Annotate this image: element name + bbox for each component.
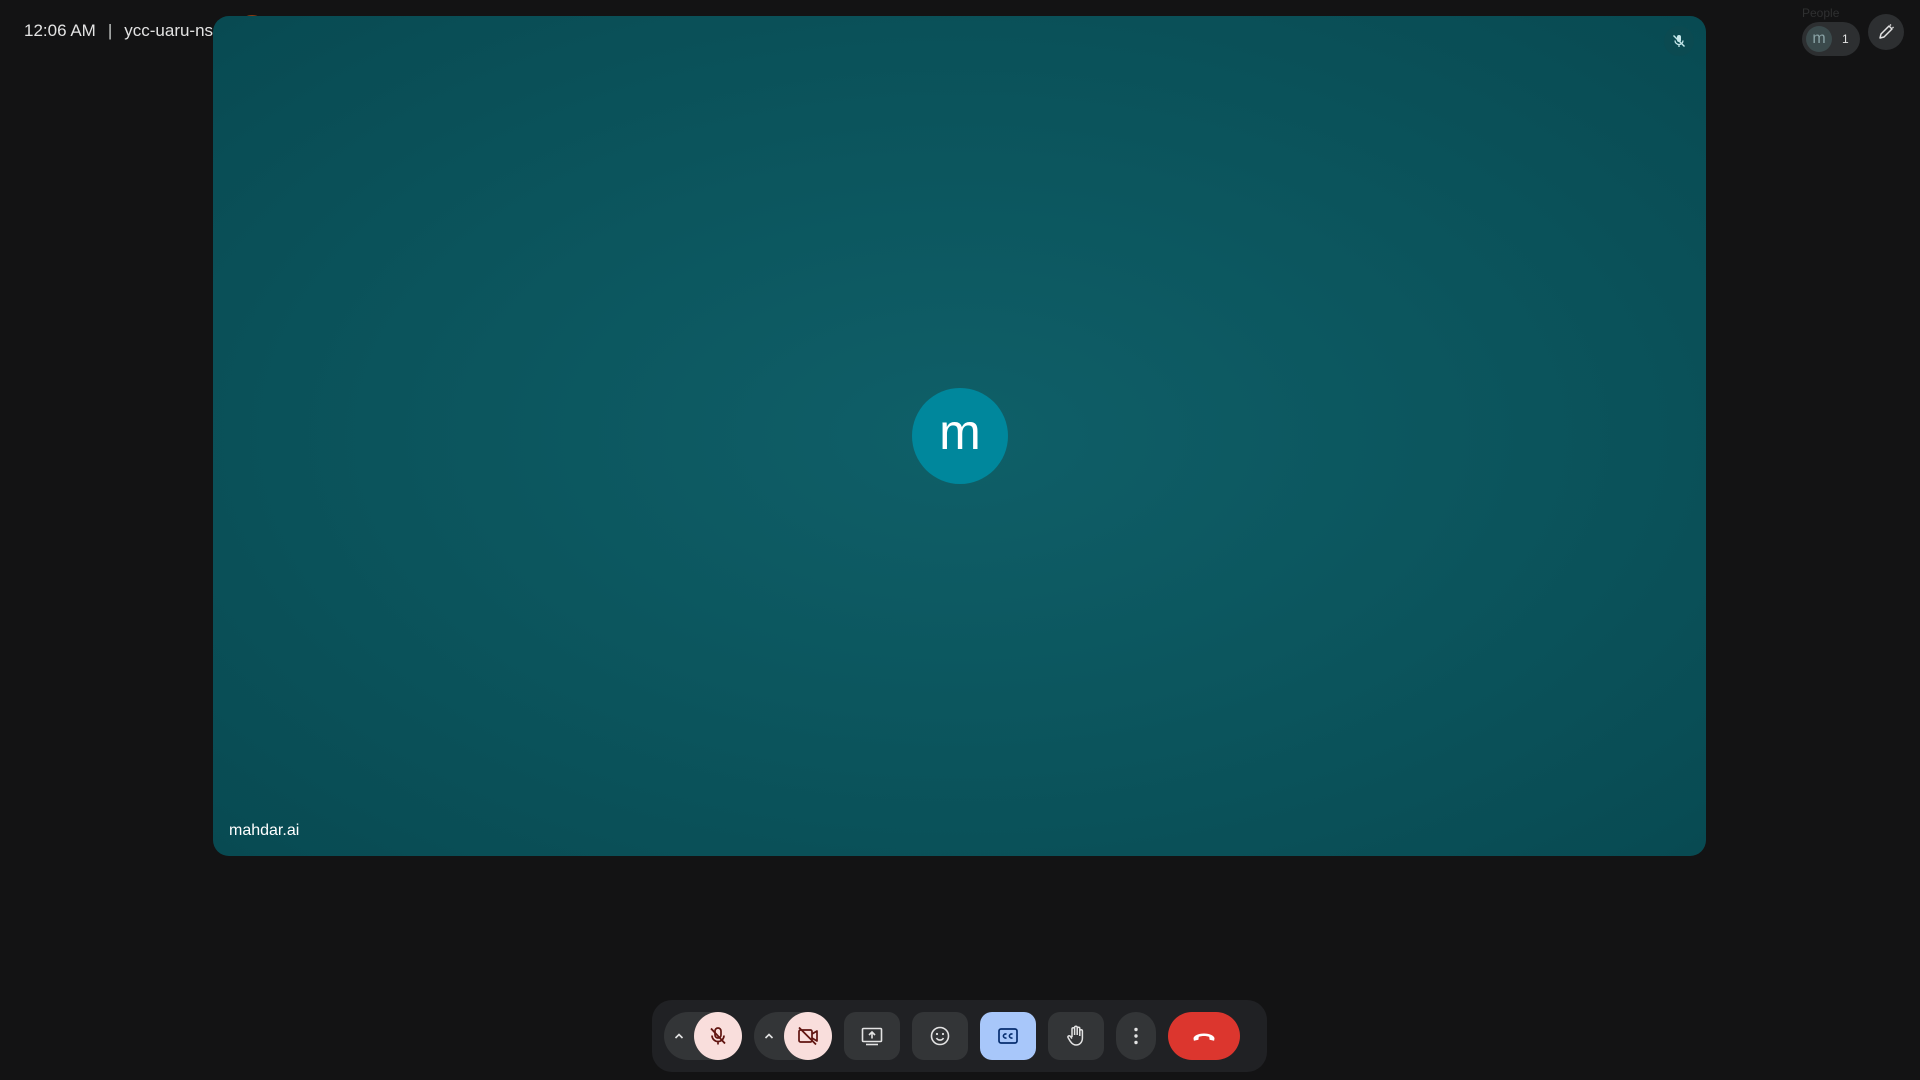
audio-options-button[interactable] (664, 1012, 694, 1060)
chevron-up-icon (674, 1033, 684, 1039)
captions-toggle-button[interactable] (980, 1012, 1036, 1060)
participant-name: mahdar.ai (229, 822, 300, 839)
edit-button[interactable] (1868, 14, 1904, 50)
participant-tile: m mahdar.ai (213, 16, 1706, 856)
camera-toggle-button[interactable] (784, 1012, 832, 1060)
meeting-time: 12:06 AM (24, 21, 96, 40)
meeting-separator: | (107, 21, 113, 40)
call-end-icon (1193, 1033, 1215, 1041)
people-avatar: m (1806, 26, 1832, 52)
mic-off-icon (1673, 35, 1685, 47)
present-screen-icon (861, 1027, 883, 1046)
call-controls-bar (652, 1000, 1267, 1072)
more-options-button[interactable] (1116, 1012, 1156, 1060)
send-reaction-button[interactable] (912, 1012, 968, 1060)
microphone-toggle-button[interactable] (694, 1012, 742, 1060)
mic-off-icon (710, 1027, 726, 1045)
participant-avatar-letter: m (939, 404, 981, 460)
video-group (754, 1012, 832, 1060)
chevron-up-icon (764, 1033, 774, 1039)
meeting-code: ycc-uaru-nsm (124, 21, 228, 40)
closed-captions-icon (998, 1028, 1018, 1044)
videocam-off-icon (798, 1026, 818, 1046)
edit-pen-icon (1879, 24, 1894, 39)
participant-count: 1 (1842, 32, 1849, 46)
people-label: People (1802, 6, 1840, 20)
tile-muted-indicator (1664, 26, 1694, 56)
audio-group (664, 1012, 742, 1060)
raise-hand-icon (1067, 1025, 1084, 1046)
leave-call-button[interactable] (1168, 1012, 1240, 1060)
present-screen-button[interactable] (844, 1012, 900, 1060)
raise-hand-button[interactable] (1048, 1012, 1104, 1060)
people-button[interactable]: m 1 (1802, 22, 1860, 56)
participant-avatar: m (912, 388, 1008, 484)
video-options-button[interactable] (754, 1012, 784, 1060)
emoji-icon (930, 1026, 950, 1046)
more-vert-icon (1134, 1027, 1138, 1045)
